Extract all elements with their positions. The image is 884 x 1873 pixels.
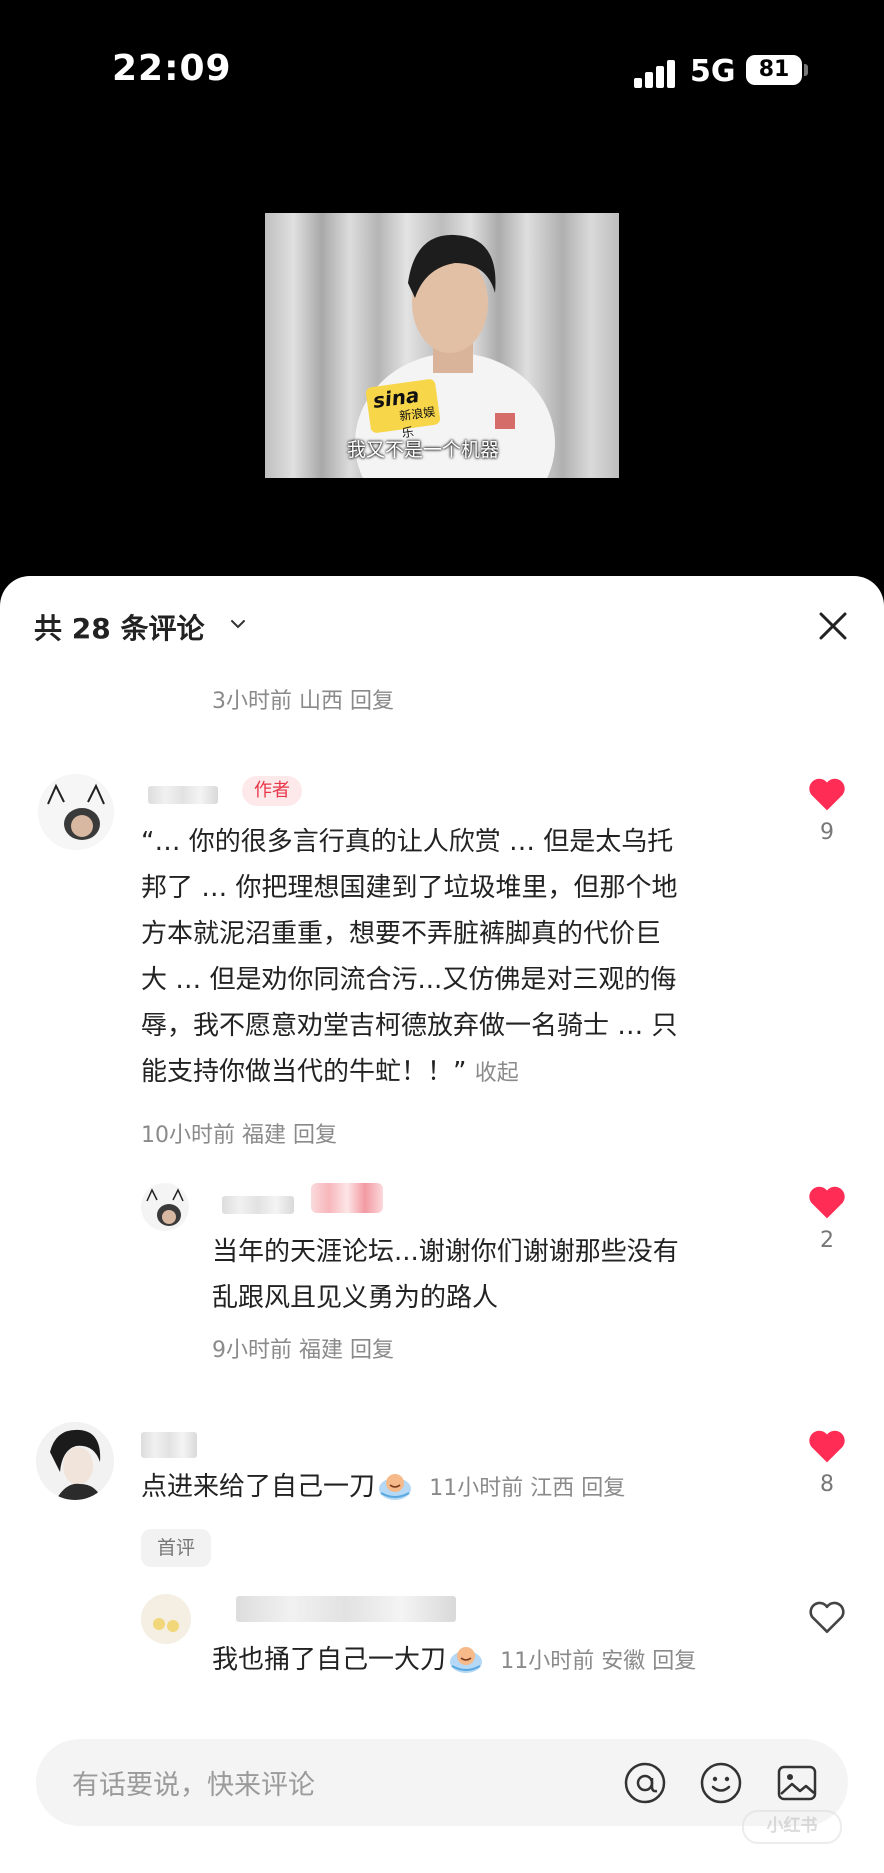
username[interactable]	[222, 1196, 294, 1214]
comment-time: 11小时前	[429, 1476, 524, 1501]
comment-text: 当年的天涯论坛...谢谢你们谢谢那些没有 乱跟风且见义勇为的路人	[212, 1229, 772, 1321]
like-button[interactable]: 2	[797, 1184, 857, 1253]
video-player[interactable]: sina 新浪娱乐 我又不是一个机器	[265, 213, 619, 478]
comment-meta: 11小时前 安徽 回复	[500, 1649, 696, 1674]
cat-avatar-icon	[38, 774, 114, 850]
cat-avatar-icon	[146, 1188, 184, 1226]
avatar[interactable]	[141, 1183, 189, 1231]
comment-input[interactable]: 有话要说，快来评论	[72, 1763, 315, 1802]
username[interactable]	[141, 1432, 197, 1458]
comment-location: 山西	[299, 689, 344, 714]
comment-line: 邦了 … 你把理想国建到了垃圾堆里，但那个地	[141, 873, 678, 903]
comment-line: 方本就泥沼重重，想要不弄脏裤脚真的代价巨	[141, 919, 662, 949]
battery-tip	[804, 64, 808, 76]
comment-location: 福建	[299, 1338, 344, 1363]
comment-time: 3小时前	[212, 689, 292, 714]
username[interactable]	[236, 1596, 456, 1622]
cartoon-avatar-icon	[141, 1594, 191, 1644]
comment-line: “… 你的很多言行真的让人欣赏 … 但是太乌托	[141, 827, 674, 857]
comment-time: 9小时前	[212, 1338, 292, 1363]
comment-input-bar[interactable]: 有话要说，快来评论	[36, 1739, 848, 1826]
comment-line: 大 … 但是劝你同流合污...又仿佛是对三观的侮	[141, 965, 677, 995]
comment-line: 能支持你做当代的牛虻！！”	[141, 1057, 467, 1087]
comment-line: 乱跟风且见义勇为的路人	[212, 1283, 499, 1313]
network-label: 5G	[690, 54, 736, 89]
comment-location: 江西	[530, 1476, 575, 1501]
like-button[interactable]: 8	[797, 1428, 857, 1497]
reply-button[interactable]: 回复	[293, 1123, 337, 1148]
comment-location: 福建	[242, 1123, 287, 1148]
heart-filled-icon[interactable]	[807, 776, 847, 812]
like-button[interactable]: 9	[797, 776, 857, 845]
author-tag	[311, 1183, 383, 1213]
like-count: 8	[820, 1472, 834, 1497]
comment-text: “… 你的很多言行真的让人欣赏 … 但是太乌托 邦了 … 你把理想国建到了垃圾堆…	[141, 819, 781, 1097]
avatar[interactable]	[38, 774, 114, 850]
avatar[interactable]	[36, 1422, 114, 1500]
username[interactable]	[148, 786, 218, 804]
comment-count-title[interactable]: 共 28 条评论	[34, 607, 204, 647]
comment-line: 我也捅了自己一大刀	[212, 1645, 447, 1675]
author-tag: 作者	[242, 776, 302, 806]
comment-location: 安徽	[601, 1649, 646, 1674]
comment-time: 11小时前	[500, 1649, 595, 1674]
signal-icon	[634, 60, 675, 88]
first-comment-badge: 首评	[141, 1529, 211, 1567]
avatar[interactable]	[141, 1594, 191, 1644]
like-count: 2	[820, 1228, 834, 1253]
comment-line: 辱，我不愿意劝堂吉柯德放弃做一名骑士 … 只	[141, 1011, 678, 1041]
crying-emoji-icon	[450, 1647, 483, 1673]
battery-level: 81	[758, 57, 790, 82]
comment-meta: 11小时前 江西 回复	[429, 1476, 625, 1501]
like-count: 9	[820, 820, 834, 845]
status-bar: 22:09 5G 81	[0, 0, 884, 150]
heart-filled-icon[interactable]	[807, 1428, 847, 1464]
sina-logo: sina 新浪娱乐	[365, 378, 441, 440]
comment-line: 当年的天涯论坛...谢谢你们谢谢那些没有	[212, 1237, 679, 1267]
crying-emoji-icon	[379, 1474, 412, 1500]
xiaohongshu-watermark: 小红书	[742, 1810, 842, 1844]
chevron-down-icon[interactable]	[230, 616, 246, 632]
heart-filled-icon[interactable]	[807, 1184, 847, 1220]
mention-icon[interactable]	[622, 1760, 668, 1806]
like-button[interactable]	[797, 1599, 857, 1635]
image-icon[interactable]	[774, 1760, 820, 1806]
illustrated-avatar-icon	[36, 1422, 114, 1500]
comment-meta: 10小时前 福建 回复	[141, 1117, 337, 1149]
reply-button[interactable]: 回复	[652, 1649, 696, 1674]
battery-icon: 81	[746, 55, 802, 85]
reply-button[interactable]: 回复	[350, 689, 394, 714]
status-time: 22:09	[112, 48, 232, 89]
reply-button[interactable]: 回复	[350, 1338, 394, 1363]
comment-meta: 3小时前 山西 回复	[212, 683, 394, 715]
comment-line: 点进来给了自己一刀	[141, 1472, 376, 1502]
collapse-button[interactable]: 收起	[475, 1061, 519, 1086]
comment-sheet: 共 28 条评论 3小时前 山西 回复 作者 “… 你的很多言行真的让人欣赏 ……	[0, 576, 884, 1873]
emoji-icon[interactable]	[698, 1760, 744, 1806]
close-icon[interactable]	[815, 608, 851, 644]
video-caption: 我又不是一个机器	[347, 439, 500, 461]
heart-outline-icon[interactable]	[807, 1599, 847, 1635]
comment-time: 10小时前	[141, 1123, 235, 1148]
comment-text: 我也捅了自己一大刀 11小时前 安徽 回复	[212, 1637, 772, 1685]
reply-button[interactable]: 回复	[581, 1476, 625, 1501]
comment-meta: 9小时前 福建 回复	[212, 1332, 394, 1364]
comment-text: 点进来给了自己一刀 11小时前 江西 回复	[141, 1464, 761, 1512]
